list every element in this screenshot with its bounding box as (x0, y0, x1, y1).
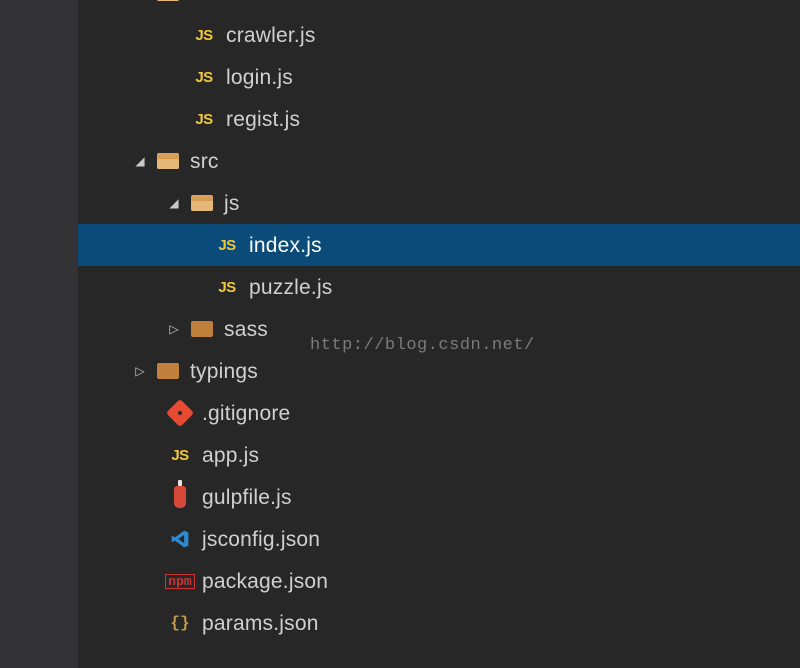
chevron-right-icon: ▷ (132, 365, 148, 377)
git-icon (166, 403, 194, 423)
folder-src[interactable]: ◢ src (78, 140, 800, 182)
folder-icon (154, 363, 182, 379)
folder-label: routes (190, 0, 250, 4)
file-index-js[interactable]: JS index.js (78, 224, 800, 266)
file-regist-js[interactable]: JS regist.js (78, 98, 800, 140)
file-login-js[interactable]: JS login.js (78, 56, 800, 98)
js-icon: JS (190, 70, 218, 85)
file-jsconfig-json[interactable]: jsconfig.json (78, 518, 800, 560)
file-label: package.json (202, 571, 328, 592)
gulp-icon (166, 486, 194, 508)
file-label: index.js (249, 235, 322, 256)
folder-icon (188, 321, 216, 337)
file-label: jsconfig.json (202, 529, 320, 550)
js-icon: JS (213, 280, 241, 295)
chevron-down-icon: ◢ (166, 197, 182, 209)
file-label: regist.js (226, 109, 300, 130)
folder-open-icon (154, 153, 182, 169)
file-app-js[interactable]: JS app.js (78, 434, 800, 476)
file-label: gulpfile.js (202, 487, 292, 508)
folder-open-icon (154, 0, 182, 1)
npm-icon: npm (166, 574, 194, 589)
file-label: params.json (202, 613, 319, 634)
file-crawler-js[interactable]: JS crawler.js (78, 14, 800, 56)
folder-typings[interactable]: ▷ typings (78, 350, 800, 392)
file-explorer: ◢ routes JS crawler.js JS login.js JS re… (78, 0, 800, 668)
file-label: crawler.js (226, 25, 316, 46)
json-icon: {} (166, 615, 194, 631)
file-params-json[interactable]: {} params.json (78, 602, 800, 644)
file-puzzle-js[interactable]: JS puzzle.js (78, 266, 800, 308)
file-label: .gitignore (202, 403, 290, 424)
file-gulpfile-js[interactable]: gulpfile.js (78, 476, 800, 518)
file-label: app.js (202, 445, 259, 466)
folder-label: src (190, 151, 219, 172)
file-gitignore[interactable]: .gitignore (78, 392, 800, 434)
chevron-down-icon: ◢ (132, 155, 148, 167)
folder-label: sass (224, 319, 268, 340)
folder-src-sass[interactable]: ▷ sass (78, 308, 800, 350)
folder-label: js (224, 193, 240, 214)
vscode-icon (166, 529, 194, 549)
js-icon: JS (190, 112, 218, 127)
file-package-json[interactable]: npm package.json (78, 560, 800, 602)
js-icon: JS (213, 238, 241, 253)
file-label: login.js (226, 67, 293, 88)
folder-label: typings (190, 361, 258, 382)
chevron-right-icon: ▷ (166, 323, 182, 335)
js-icon: JS (190, 28, 218, 43)
activity-bar[interactable] (0, 0, 78, 668)
folder-src-js[interactable]: ◢ js (78, 182, 800, 224)
folder-open-icon (188, 195, 216, 211)
folder-routes[interactable]: ◢ routes (78, 0, 800, 14)
file-label: puzzle.js (249, 277, 333, 298)
js-icon: JS (166, 448, 194, 463)
